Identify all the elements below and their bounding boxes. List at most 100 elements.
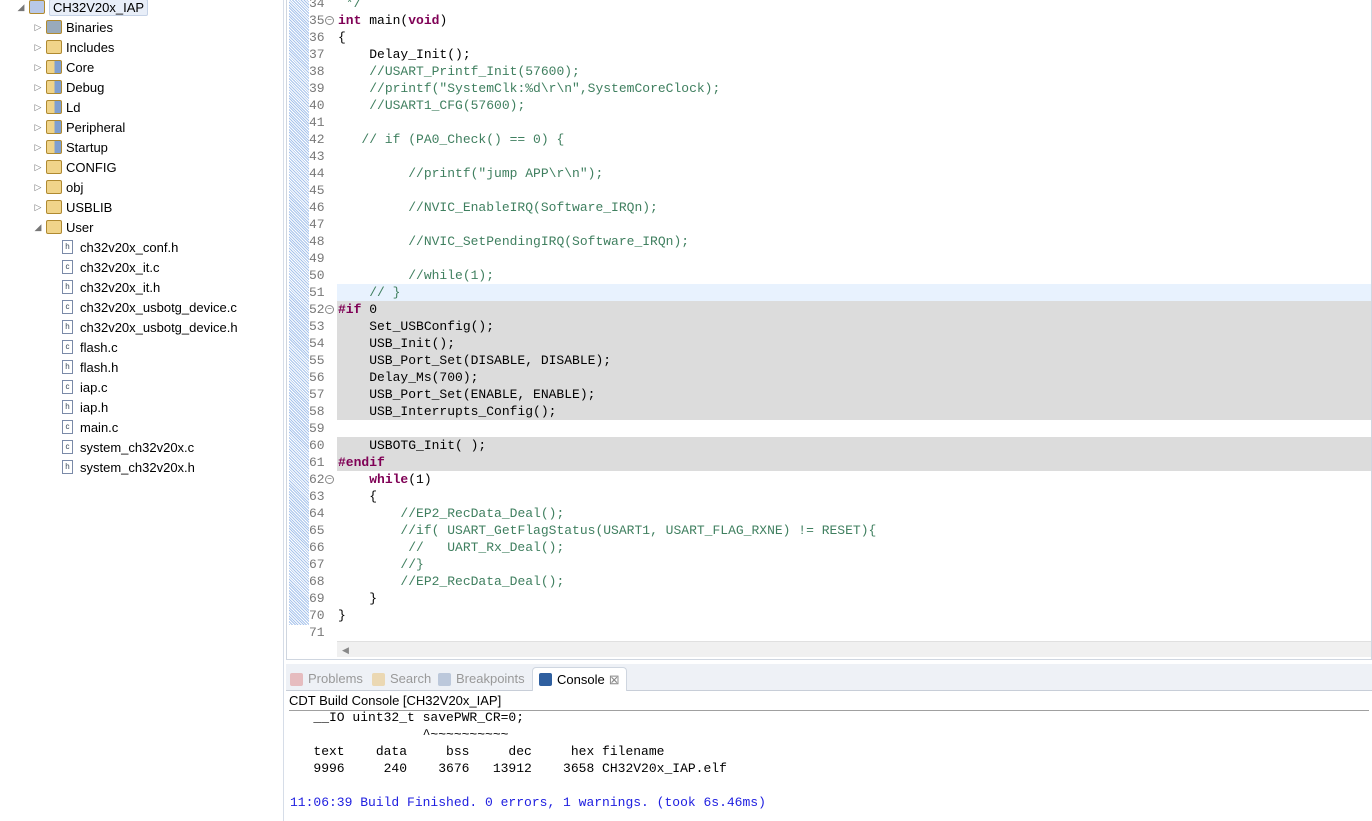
tree-item[interactable]: ▷ CONFIG: [33, 157, 117, 177]
code-line[interactable]: 70}: [287, 607, 1371, 624]
code-line[interactable]: 51 // }: [287, 284, 1371, 301]
tab-problems[interactable]: Problems: [290, 667, 363, 691]
code-line[interactable]: 71: [287, 624, 1371, 641]
horizontal-scrollbar[interactable]: ◀: [337, 641, 1371, 657]
code-line[interactable]: 69 }: [287, 590, 1371, 607]
code-line[interactable]: 56 Delay_Ms(700);: [287, 369, 1371, 386]
code-line[interactable]: 64 //EP2_RecData_Deal();: [287, 505, 1371, 522]
tab-search[interactable]: Search: [372, 667, 431, 691]
tree-item[interactable]: ▷ obj: [33, 177, 84, 197]
tree-item[interactable]: ▷ USBLIB: [33, 197, 113, 217]
code-line[interactable]: 35− int main(void): [287, 12, 1371, 29]
code-line[interactable]: 46 //NVIC_EnableIRQ(Software_IRQn);: [287, 199, 1371, 216]
code-text: //}: [400, 557, 424, 572]
console-view[interactable]: CDT Build Console [CH32V20x_IAP] __IO ui…: [286, 691, 1372, 821]
tree-item-label: ch32v20x_usbotg_device.h: [80, 319, 238, 335]
tree-item[interactable]: c ch32v20x_usbotg_device.c: [49, 297, 237, 317]
expand-arrow-icon[interactable]: ▷: [33, 82, 43, 93]
tab-console[interactable]: Console ⊠: [532, 667, 627, 691]
code-line[interactable]: 34 */: [287, 0, 1371, 12]
code-line[interactable]: 36 {: [287, 29, 1371, 46]
tree-item[interactable]: c ch32v20x_it.c: [49, 257, 160, 277]
tree-item-label: system_ch32v20x.c: [80, 439, 195, 455]
code-text: Delay_Ms(700);: [337, 369, 1371, 386]
tree-item[interactable]: ▷ Core: [33, 57, 95, 77]
tree-item[interactable]: c system_ch32v20x.c: [49, 437, 194, 457]
tree-item[interactable]: h system_ch32v20x.h: [49, 457, 195, 477]
expand-arrow-icon[interactable]: ▷: [33, 182, 43, 193]
code-line[interactable]: 49: [287, 250, 1371, 267]
code-line[interactable]: 52− #if 0: [287, 301, 1371, 318]
code-line[interactable]: 63 {: [287, 488, 1371, 505]
code-line[interactable]: 44 //printf("jump APP\r\n");: [287, 165, 1371, 182]
expand-arrow-icon[interactable]: ▷: [33, 142, 43, 153]
tree-item[interactable]: h flash.h: [49, 357, 118, 377]
collapse-arrow-icon[interactable]: ◢: [33, 222, 43, 233]
expand-arrow-icon[interactable]: ▷: [33, 102, 43, 113]
tree-item[interactable]: ▷ Peripheral: [33, 117, 126, 137]
tree-item[interactable]: ▷ Includes: [33, 37, 115, 57]
code-line[interactable]: 40 //USART1_CFG(57600);: [287, 97, 1371, 114]
code-line[interactable]: 66 // UART_Rx_Deal();: [287, 539, 1371, 556]
tree-item[interactable]: c main.c: [49, 417, 118, 437]
code-line[interactable]: 54 USB_Init();: [287, 335, 1371, 352]
code-line[interactable]: 43: [287, 148, 1371, 165]
fold-toggle-icon[interactable]: −: [325, 305, 334, 314]
console-line: __IO uint32_t savePWR_CR=0;: [290, 710, 525, 725]
code-line[interactable]: 65 //if( USART_GetFlagStatus(USART1, USA…: [287, 522, 1371, 539]
code-line[interactable]: 39 //printf("SystemClk:%d\r\n",SystemCor…: [287, 80, 1371, 97]
code-line[interactable]: 58 USB_Interrupts_Config();: [287, 403, 1371, 420]
code-line[interactable]: 45: [287, 182, 1371, 199]
tree-item[interactable]: ◢ User: [33, 217, 94, 237]
tree-item[interactable]: c iap.c: [49, 377, 107, 397]
tree-item[interactable]: ▷ Startup: [33, 137, 108, 157]
code-text: //printf("jump APP\r\n");: [408, 166, 604, 181]
code-line[interactable]: 37 Delay_Init();: [287, 46, 1371, 63]
tree-item-label: flash.c: [80, 339, 118, 355]
code-line[interactable]: 57 USB_Port_Set(ENABLE, ENABLE);: [287, 386, 1371, 403]
code-line[interactable]: 38 //USART_Printf_Init(57600);: [287, 63, 1371, 80]
code-line[interactable]: 55 USB_Port_Set(DISABLE, DISABLE);: [287, 352, 1371, 369]
code-line[interactable]: 42 // if (PA0_Check() == 0) {: [287, 131, 1371, 148]
tree-item[interactable]: c flash.c: [49, 337, 118, 357]
expand-arrow-icon[interactable]: ▷: [33, 122, 43, 133]
code-line[interactable]: 61 #endif: [287, 454, 1371, 471]
tab-breakpoints[interactable]: Breakpoints: [438, 667, 525, 691]
code-line[interactable]: 67 //}: [287, 556, 1371, 573]
expand-arrow-icon[interactable]: ▷: [33, 42, 43, 53]
tree-item[interactable]: h iap.h: [49, 397, 108, 417]
code-line[interactable]: 62− while(1): [287, 471, 1371, 488]
tree-item[interactable]: ▷ Ld: [33, 97, 81, 117]
tree-item[interactable]: h ch32v20x_usbotg_device.h: [49, 317, 238, 337]
tree-item-label: main.c: [80, 419, 119, 435]
collapse-arrow-icon[interactable]: ◢: [16, 2, 26, 13]
h-file-icon: h: [62, 280, 73, 294]
expand-arrow-icon[interactable]: ▷: [33, 22, 43, 33]
code-line[interactable]: 41: [287, 114, 1371, 131]
code-editor[interactable]: 34 */35− int main(void) 36{37 Delay_Init()…: [286, 0, 1372, 660]
fold-toggle-icon[interactable]: −: [325, 475, 334, 484]
code-line[interactable]: 47: [287, 216, 1371, 233]
code-line[interactable]: 48 //NVIC_SetPendingIRQ(Software_IRQn);: [287, 233, 1371, 250]
expand-arrow-icon[interactable]: ▷: [33, 202, 43, 213]
close-icon[interactable]: ⊠: [609, 668, 620, 692]
console-line: text data bss dec hex filename: [290, 744, 665, 759]
tree-root[interactable]: ◢ CH32V20x_IAP: [16, 0, 149, 17]
code-line[interactable]: 50 //while(1);: [287, 267, 1371, 284]
expand-arrow-icon[interactable]: ▷: [33, 62, 43, 73]
fold-toggle-icon[interactable]: −: [325, 16, 334, 25]
line-number: 53: [309, 319, 325, 334]
code-line[interactable]: 59: [287, 420, 1371, 437]
line-number: 35: [309, 13, 325, 28]
tree-item[interactable]: ▷ Binaries: [33, 17, 113, 37]
line-number: 63: [309, 489, 325, 504]
code-line[interactable]: 53 Set_USBConfig();: [287, 318, 1371, 335]
tree-item[interactable]: ▷ Debug: [33, 77, 105, 97]
tree-item[interactable]: h ch32v20x_it.h: [49, 277, 160, 297]
tree-item-label: Core: [66, 59, 95, 75]
code-line[interactable]: 60 USBOTG_Init( );: [287, 437, 1371, 454]
expand-arrow-icon[interactable]: ▷: [33, 162, 43, 173]
tree-item[interactable]: h ch32v20x_conf.h: [49, 237, 178, 257]
line-number: 71: [309, 625, 325, 640]
code-line[interactable]: 68 //EP2_RecData_Deal();: [287, 573, 1371, 590]
